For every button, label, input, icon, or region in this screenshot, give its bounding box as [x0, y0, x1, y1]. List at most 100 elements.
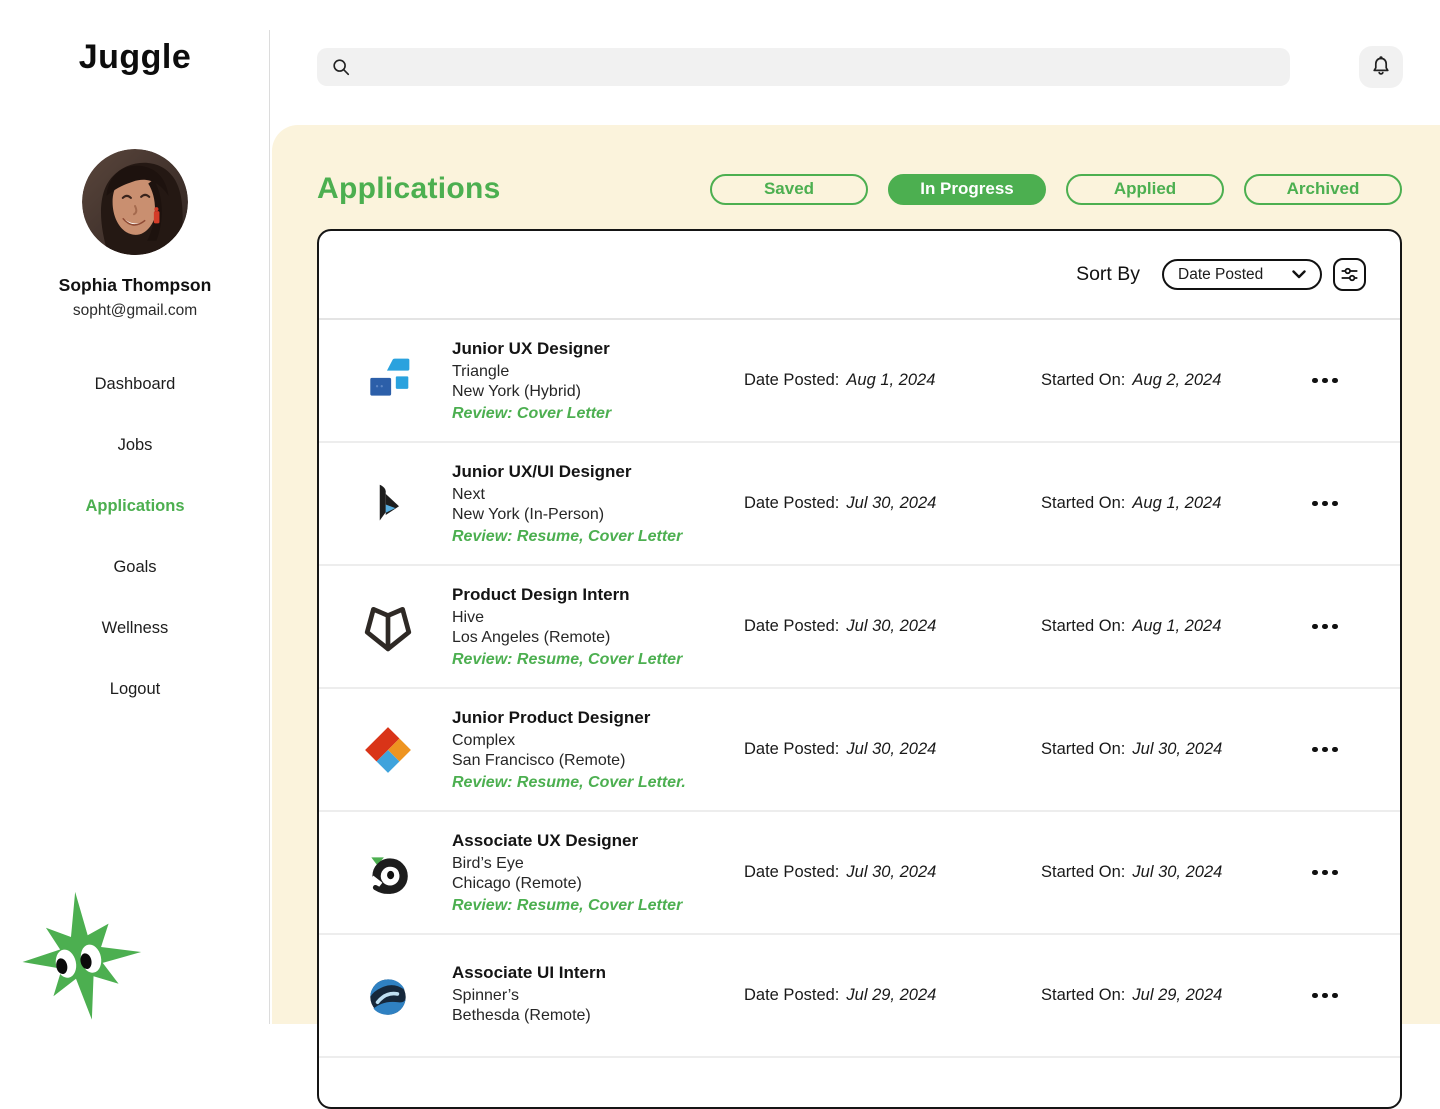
job-info: Junior UX Designer Triangle New York (Hy… — [414, 339, 744, 423]
filter-saved[interactable]: Saved — [710, 173, 868, 205]
started-on-label: Started On: — [1041, 986, 1126, 1004]
search-input[interactable] — [361, 58, 1276, 76]
job-info: Product Design Intern Hive Los Angeles (… — [414, 585, 744, 669]
sidebar-item-logout[interactable]: Logout — [0, 659, 270, 720]
started-on-label: Started On: — [1041, 494, 1126, 512]
chevron-down-icon — [1292, 270, 1306, 279]
date-posted-value: Jul 30, 2024 — [846, 494, 937, 512]
company-name: Triangle — [452, 362, 510, 380]
review-status: Review: Cover Letter — [452, 404, 612, 422]
sort-dropdown[interactable]: Date Posted — [1162, 259, 1322, 290]
job-location: New York (In-Person) — [452, 505, 605, 523]
date-posted: Date Posted: Jul 29, 2024 — [744, 986, 1041, 1005]
row-menu-button[interactable] — [1290, 370, 1360, 392]
date-posted: Date Posted: Aug 1, 2024 — [744, 371, 1041, 390]
review-status: Review: Resume, Cover Letter — [452, 650, 683, 668]
job-location: Los Angeles (Remote) — [452, 628, 611, 646]
application-row: Product Design Intern Hive Los Angeles (… — [319, 566, 1400, 689]
filter-applied[interactable]: Applied — [1066, 173, 1224, 205]
started-on-value: Aug 1, 2024 — [1132, 494, 1222, 512]
job-title: Junior Product Designer — [452, 707, 651, 727]
job-info: Junior Product Designer Complex San Fran… — [414, 708, 744, 792]
started-on-value: Aug 2, 2024 — [1132, 371, 1222, 389]
date-posted-label: Date Posted: — [744, 617, 840, 635]
birds-eye-logo — [367, 856, 408, 894]
job-title: Associate UI Intern — [452, 962, 606, 982]
date-posted-label: Date Posted: — [744, 494, 840, 512]
job-location: Chicago (Remote) — [452, 874, 582, 892]
ellipsis-icon — [1312, 377, 1318, 384]
filter-in-progress[interactable]: In Progress — [888, 173, 1046, 205]
avatar — [82, 149, 188, 255]
date-posted: Date Posted: Jul 30, 2024 — [744, 617, 1041, 636]
row-menu-button[interactable] — [1290, 616, 1360, 638]
job-info: Associate UX Designer Bird’s Eye Chicago… — [414, 831, 744, 915]
ellipsis-icon — [1312, 623, 1318, 630]
date-posted-label: Date Posted: — [744, 371, 840, 389]
date-posted: Date Posted: Jul 30, 2024 — [744, 863, 1041, 882]
company-logo — [362, 355, 414, 407]
company-name: Next — [452, 485, 485, 503]
row-menu-button[interactable] — [1290, 739, 1360, 761]
search-bar[interactable] — [317, 48, 1290, 86]
ellipsis-icon — [1312, 746, 1318, 753]
application-row: Junior UX/UI Designer Next New York (In-… — [319, 443, 1400, 566]
sidebar-item-goals[interactable]: Goals — [0, 537, 270, 598]
company-logo — [362, 970, 414, 1022]
application-row: Associate UX Designer Bird’s Eye Chicago… — [319, 812, 1400, 935]
job-title: Product Design Intern — [452, 584, 630, 604]
bell-icon — [1373, 56, 1389, 75]
filter-settings-button[interactable] — [1333, 258, 1366, 291]
job-info: Associate UI Intern Spinner’s Bethesda (… — [414, 963, 744, 1029]
sidebar-item-wellness[interactable]: Wellness — [0, 598, 270, 659]
date-posted-value: Jul 30, 2024 — [846, 617, 937, 635]
sort-dropdown-value: Date Posted — [1178, 265, 1264, 283]
started-on-label: Started On: — [1041, 617, 1126, 635]
card-header: Sort By Date Posted — [319, 231, 1400, 320]
row-menu-button[interactable] — [1290, 862, 1360, 884]
sidebar-nav: Dashboard Jobs Applications Goals Wellne… — [0, 354, 270, 720]
sort-by-label: Sort By — [1076, 263, 1140, 285]
job-location: San Francisco (Remote) — [452, 751, 626, 769]
hive-logo — [364, 606, 412, 651]
started-on-value: Jul 30, 2024 — [1132, 863, 1223, 881]
started-on-label: Started On: — [1041, 740, 1126, 758]
row-menu-button[interactable] — [1290, 985, 1360, 1007]
complex-logo — [365, 726, 411, 773]
application-row: Junior UX Designer Triangle New York (Hy… — [319, 320, 1400, 443]
row-menu-button[interactable] — [1290, 493, 1360, 515]
star-mascot-icon — [14, 886, 148, 1020]
job-title: Junior UX Designer — [452, 338, 610, 358]
started-on-value: Aug 1, 2024 — [1132, 617, 1222, 635]
company-logo — [362, 601, 414, 653]
user-email: sopht@gmail.com — [72, 302, 198, 319]
job-location: New York (Hybrid) — [452, 382, 581, 400]
date-posted-label: Date Posted: — [744, 863, 840, 881]
job-title: Associate UX Designer — [452, 830, 639, 850]
notifications-button[interactable] — [1359, 46, 1403, 88]
page-title: Applications — [317, 172, 501, 205]
sliders-icon — [1341, 267, 1358, 282]
date-posted-value: Jul 29, 2024 — [846, 986, 937, 1004]
started-on: Started On: Jul 29, 2024 — [1041, 986, 1290, 1005]
started-on: Started On: Aug 2, 2024 — [1041, 371, 1290, 390]
application-row: Junior Product Designer Complex San Fran… — [319, 689, 1400, 812]
job-info: Junior UX/UI Designer Next New York (In-… — [414, 462, 744, 546]
sidebar-item-jobs[interactable]: Jobs — [0, 415, 270, 476]
company-logo — [362, 847, 414, 899]
date-posted-value: Jul 30, 2024 — [846, 740, 937, 758]
filter-archived[interactable]: Archived — [1244, 173, 1402, 205]
magnifier-icon — [333, 59, 350, 76]
ellipsis-icon — [1312, 992, 1318, 999]
company-name: Spinner’s — [452, 986, 520, 1004]
applications-list: Junior UX Designer Triangle New York (Hy… — [319, 320, 1400, 1058]
started-on-value: Jul 30, 2024 — [1132, 740, 1223, 758]
date-posted: Date Posted: Jul 30, 2024 — [744, 740, 1041, 759]
company-name: Complex — [452, 731, 516, 749]
date-posted-label: Date Posted: — [744, 740, 840, 758]
sidebar-item-dashboard[interactable]: Dashboard — [0, 354, 270, 415]
application-row: Associate UI Intern Spinner’s Bethesda (… — [319, 935, 1400, 1058]
app-logo: Juggle — [78, 38, 192, 76]
sidebar-item-applications[interactable]: Applications — [0, 476, 270, 537]
started-on: Started On: Aug 1, 2024 — [1041, 617, 1290, 636]
